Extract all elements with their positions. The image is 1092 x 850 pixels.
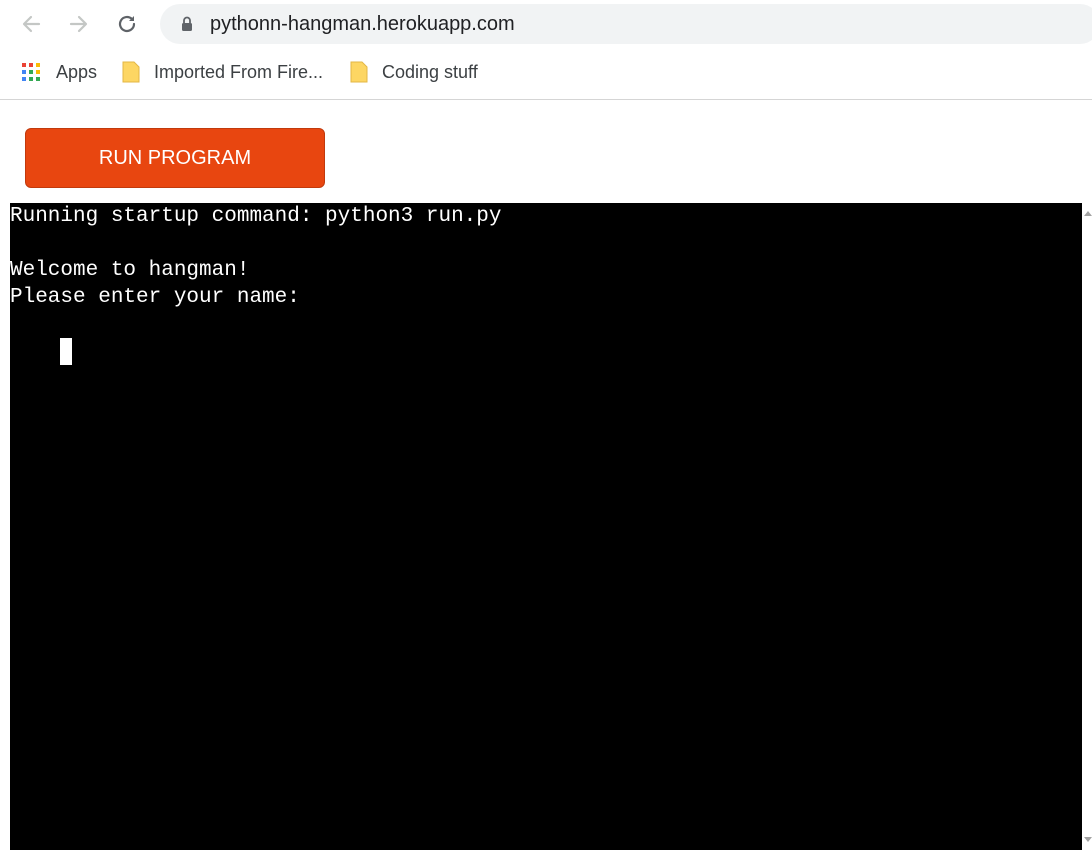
- terminal-cursor: [60, 338, 73, 365]
- reload-button[interactable]: [112, 9, 142, 39]
- forward-button[interactable]: [64, 9, 94, 39]
- terminal[interactable]: Running startup command: python3 run.py …: [10, 203, 1082, 850]
- address-bar[interactable]: pythonn-hangman.herokuapp.com: [160, 4, 1092, 44]
- bookmark-imported-folder[interactable]: Imported From Fire...: [122, 60, 323, 84]
- reload-icon: [118, 15, 136, 33]
- forward-arrow-icon: [69, 15, 88, 33]
- folder-icon: [122, 60, 140, 84]
- bookmark-apps[interactable]: Apps: [20, 60, 97, 84]
- apps-grid-icon: [20, 61, 42, 83]
- back-arrow-icon: [22, 15, 41, 33]
- terminal-scrollbar[interactable]: [1082, 203, 1092, 850]
- lock-icon: [180, 16, 194, 32]
- terminal-line: Running startup command: python3 run.py: [10, 205, 502, 228]
- run-program-button[interactable]: RUN PROGRAM: [25, 128, 325, 188]
- bookmark-label: Apps: [56, 61, 98, 82]
- terminal-input-line[interactable]: [10, 311, 1082, 365]
- address-url: pythonn-hangman.herokuapp.com: [210, 12, 515, 35]
- terminal-line: Please enter your name:: [10, 286, 300, 309]
- terminal-line: Welcome to hangman!: [10, 259, 250, 282]
- bookmark-coding-stuff-folder[interactable]: Coding stuff: [350, 60, 478, 84]
- folder-icon: [350, 60, 368, 84]
- bookmark-label: Imported From Fire...: [154, 61, 324, 82]
- browser-toolbar: pythonn-hangman.herokuapp.com: [0, 0, 1092, 50]
- scroll-down-arrow-icon[interactable]: [1084, 837, 1092, 842]
- bookmark-label: Coding stuff: [382, 61, 478, 82]
- back-button[interactable]: [16, 9, 46, 39]
- scroll-up-arrow-icon[interactable]: [1084, 211, 1092, 216]
- bookmarks-bar: Apps Imported From Fire... Coding stuff: [0, 50, 1092, 100]
